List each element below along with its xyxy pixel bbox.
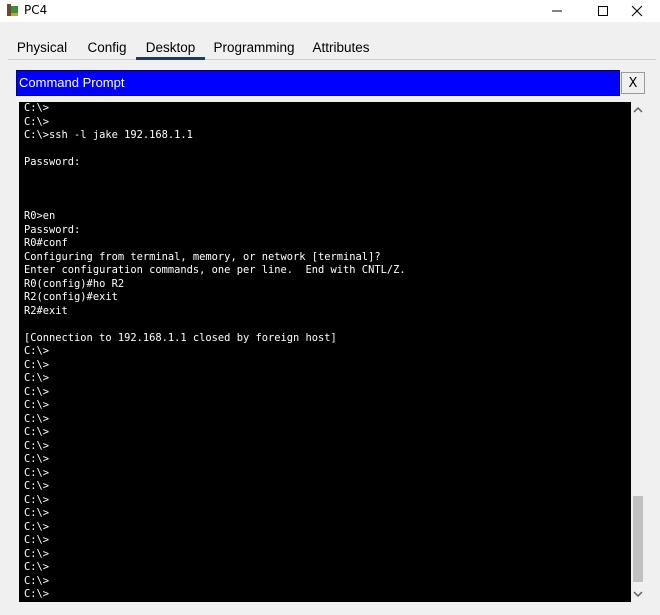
window-title: PC4 [24,3,48,17]
terminal-line: Password: [24,223,81,236]
active-tab-indicator [136,57,205,60]
terminal-line: C:\> [24,372,50,384]
terminal-line: C:\> [24,534,50,546]
text-cursor-icon [95,580,101,595]
terminal-scrollbar[interactable] [631,102,645,602]
terminal-line: C:\> [24,102,50,114]
terminal-line: C:\> [24,561,50,573]
terminal-line: [Connection to 192.168.1.1 closed by for… [24,331,337,344]
terminal-line: C:\> [24,602,406,603]
terminal-line: C:\>ssh -l jake 192.168.1.1 [24,129,193,141]
close-icon [631,5,643,17]
terminal-line: C:\> [24,574,50,587]
command-prompt-close-button[interactable]: X [621,72,645,94]
terminal-line: R2#exit [24,304,68,317]
terminal-line: C:\> [24,453,50,465]
terminal-line: C:\> [24,115,50,128]
terminal-line: R0(config)#ho R2 [24,277,125,290]
terminal-line: C:\> [24,358,50,371]
terminal-line: C:\> [24,412,50,425]
window-titlebar: PC4 [0,0,660,22]
terminal-line: C:\> [24,345,50,357]
terminal-line: C:\> [24,588,50,600]
terminal-line: C:\> [24,520,50,533]
scroll-thumb[interactable] [633,496,643,582]
terminal-line: R2(config)#exit [24,291,118,303]
terminal-line: R0>en [24,210,56,222]
window-close-button[interactable] [614,0,660,22]
tab-physical[interactable]: Physical [10,36,74,60]
terminal-line: C:\> [24,426,50,438]
terminal-line: C:\> [24,385,50,398]
command-prompt-header: Command Prompt [16,70,620,96]
minimize-icon [552,10,562,12]
scroll-down-button[interactable] [631,586,645,602]
terminal-output[interactable]: C:\> C:\> C:\>ssh -l jake 192.168.1.1 Passw… [19,102,631,602]
scroll-up-button[interactable] [631,102,645,118]
command-prompt-title: Command Prompt [19,75,125,90]
terminal-line: C:\> [24,507,50,519]
minimize-button[interactable] [534,0,580,22]
terminal-line: Enter configuration commands, one per li… [24,264,406,276]
packet-tracer-pc-icon [5,3,21,19]
terminal-line: C:\> [24,480,50,492]
terminal-line: C:\> [24,493,50,506]
terminal-line: Configuring from terminal, memory, or ne… [24,250,381,263]
tab-divider [8,59,656,60]
terminal-line: C:\> [24,439,50,452]
terminal-line: R0#conf [24,237,68,249]
terminal-line: C:\> [24,466,50,479]
terminal-line: C:\> [24,399,50,411]
chevron-up-icon [633,106,643,113]
tab-config[interactable]: Config [80,36,134,60]
maximize-icon [598,6,608,16]
terminal-line: C:\> [24,547,50,560]
terminal-text: C:\> C:\> C:\>ssh -l jake 192.168.1.1 Passw… [24,102,406,602]
terminal-line: Password: [24,156,81,168]
tab-programming[interactable]: Programming [208,36,300,60]
chevron-down-icon [633,591,643,598]
tab-attributes[interactable]: Attributes [304,36,378,60]
